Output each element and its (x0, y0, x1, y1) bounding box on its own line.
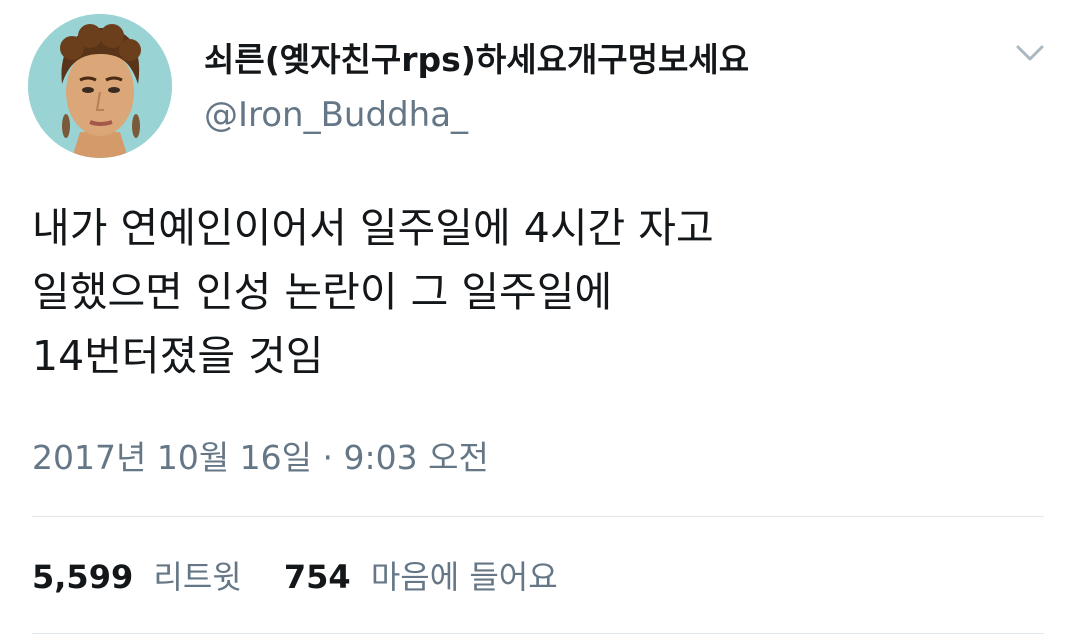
user-handle[interactable]: @Iron_Buddha_ (204, 94, 468, 136)
tweet-text-line: 내가 연예인이어서 일주일에 4시간 자고 (32, 204, 714, 252)
tweet-text-line: 일했으면 인성 논란이 그 일주일에 (32, 268, 613, 316)
tweet-text: 내가 연예인이어서 일주일에 4시간 자고 일했으면 인성 논란이 그 일주일에… (32, 196, 1042, 388)
tweet-text-line: 14번터졌을 것임 (32, 332, 324, 380)
retweet-count: 5,599 (32, 558, 134, 596)
tweet-timestamp[interactable]: 2017년 10월 16일 · 9:03 오전 (32, 436, 489, 480)
like-count: 754 (283, 558, 351, 596)
avatar[interactable] (28, 14, 172, 158)
retweet-stat[interactable]: 5,599 리트윗 (32, 556, 242, 598)
display-name[interactable]: 쇠른(옞자친구rps)하세요개구멍보세요 (204, 40, 749, 80)
divider (32, 516, 1044, 517)
like-stat[interactable]: 754 마음에 들어요 (284, 556, 558, 598)
like-label: 마음에 들어요 (370, 558, 558, 596)
divider (32, 633, 1044, 634)
chevron-down-icon[interactable] (1012, 38, 1048, 68)
retweet-label: 리트윗 (153, 558, 242, 596)
avatar-image (28, 14, 172, 158)
tweet-stats: 5,599 리트윗 754 마음에 들어요 (32, 556, 590, 598)
